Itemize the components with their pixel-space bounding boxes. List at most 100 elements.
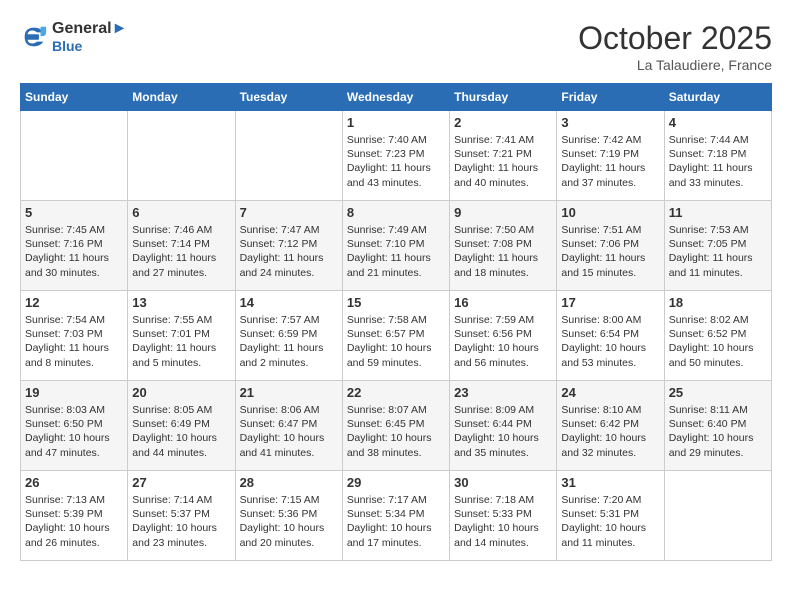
day-number: 4 [669,115,767,130]
day-info: Sunrise: 7:45 AMSunset: 7:16 PMDaylight:… [25,223,123,280]
calendar-cell: 11 Sunrise: 7:53 AMSunset: 7:05 PMDayligh… [664,201,771,291]
day-info: Sunrise: 7:20 AMSunset: 5:31 PMDaylight:… [561,493,659,550]
calendar-cell: 19 Sunrise: 8:03 AMSunset: 6:50 PMDayligh… [21,381,128,471]
day-number: 13 [132,295,230,310]
day-number: 31 [561,475,659,490]
calendar-week-1: 1 Sunrise: 7:40 AMSunset: 7:23 PMDaylight… [21,111,772,201]
calendar-cell: 23Sunrise: 8:09 AMSunset: 6:44 PMDayligh… [450,381,557,471]
logo-text: General► Blue [52,20,127,54]
calendar-week-3: 12Sunrise: 7:54 AMSunset: 7:03 PMDayligh… [21,291,772,381]
calendar-cell: 6 Sunrise: 7:46 AMSunset: 7:14 PMDaylight… [128,201,235,291]
calendar-cell: 5 Sunrise: 7:45 AMSunset: 7:16 PMDaylight… [21,201,128,291]
calendar-cell: 10 Sunrise: 7:51 AMSunset: 7:06 PMDayligh… [557,201,664,291]
day-info: Sunrise: 7:15 AMSunset: 5:36 PMDaylight:… [240,493,338,550]
day-info: Sunrise: 7:57 AMSunset: 6:59 PMDaylight:… [240,313,338,370]
calendar-cell: 12Sunrise: 7:54 AMSunset: 7:03 PMDayligh… [21,291,128,381]
day-info: Sunrise: 7:41 AMSunset: 7:21 PMDaylight:… [454,133,552,190]
day-header-thursday: Thursday [450,84,557,111]
calendar-cell: 24 Sunrise: 8:10 AMSunset: 6:42 PMDayligh… [557,381,664,471]
day-number: 9 [454,205,552,220]
calendar-cell: 25 Sunrise: 8:11 AMSunset: 6:40 PMDayligh… [664,381,771,471]
calendar-cell: 1 Sunrise: 7:40 AMSunset: 7:23 PMDaylight… [342,111,449,201]
day-info: Sunrise: 8:03 AMSunset: 6:50 PMDaylight:… [25,403,123,460]
calendar-cell: 18 Sunrise: 8:02 AMSunset: 6:52 PMDayligh… [664,291,771,381]
day-number: 21 [240,385,338,400]
day-number: 8 [347,205,445,220]
calendar-cell: 26Sunrise: 7:13 AMSunset: 5:39 PMDayligh… [21,471,128,561]
day-number: 2 [454,115,552,130]
day-info: Sunrise: 7:47 AMSunset: 7:12 PMDaylight:… [240,223,338,280]
day-number: 27 [132,475,230,490]
day-number: 18 [669,295,767,310]
day-info: Sunrise: 7:13 AMSunset: 5:39 PMDaylight:… [25,493,123,550]
day-info: Sunrise: 8:10 AMSunset: 6:42 PMDaylight:… [561,403,659,460]
calendar-cell: 21 Sunrise: 8:06 AMSunset: 6:47 PMDayligh… [235,381,342,471]
calendar-cell: 13 Sunrise: 7:55 AMSunset: 7:01 PMDayligh… [128,291,235,381]
day-number: 20 [132,385,230,400]
calendar-cell: 3Sunrise: 7:42 AMSunset: 7:19 PMDaylight… [557,111,664,201]
day-info: Sunrise: 8:09 AMSunset: 6:44 PMDaylight:… [454,403,552,460]
day-number: 29 [347,475,445,490]
day-number: 17 [561,295,659,310]
day-info: Sunrise: 7:55 AMSunset: 7:01 PMDaylight:… [132,313,230,370]
location: La Talaudiere, France [578,57,772,73]
calendar-cell: 27 Sunrise: 7:14 AMSunset: 5:37 PMDayligh… [128,471,235,561]
day-info: Sunrise: 8:07 AMSunset: 6:45 PMDaylight:… [347,403,445,460]
day-header-sunday: Sunday [21,84,128,111]
calendar-cell [664,471,771,561]
day-info: Sunrise: 7:17 AMSunset: 5:34 PMDaylight:… [347,493,445,550]
header-row: SundayMondayTuesdayWednesdayThursdayFrid… [21,84,772,111]
day-info: Sunrise: 7:14 AMSunset: 5:37 PMDaylight:… [132,493,230,550]
day-info: Sunrise: 8:05 AMSunset: 6:49 PMDaylight:… [132,403,230,460]
day-info: Sunrise: 7:51 AMSunset: 7:06 PMDaylight:… [561,223,659,280]
day-number: 1 [347,115,445,130]
calendar-cell: 7 Sunrise: 7:47 AMSunset: 7:12 PMDaylight… [235,201,342,291]
day-info: Sunrise: 8:11 AMSunset: 6:40 PMDaylight:… [669,403,767,460]
day-number: 3 [561,115,659,130]
day-info: Sunrise: 7:58 AMSunset: 6:57 PMDaylight:… [347,313,445,370]
day-number: 30 [454,475,552,490]
calendar-cell: 22 Sunrise: 8:07 AMSunset: 6:45 PMDayligh… [342,381,449,471]
logo-icon [20,23,48,51]
day-number: 19 [25,385,123,400]
day-header-saturday: Saturday [664,84,771,111]
day-info: Sunrise: 8:00 AMSunset: 6:54 PMDaylight:… [561,313,659,370]
day-info: Sunrise: 8:02 AMSunset: 6:52 PMDaylight:… [669,313,767,370]
day-number: 22 [347,385,445,400]
day-number: 5 [25,205,123,220]
day-number: 11 [669,205,767,220]
day-number: 25 [669,385,767,400]
calendar-week-2: 5 Sunrise: 7:45 AMSunset: 7:16 PMDaylight… [21,201,772,291]
day-number: 24 [561,385,659,400]
day-number: 7 [240,205,338,220]
logo: General► Blue [20,20,127,54]
day-info: Sunrise: 7:18 AMSunset: 5:33 PMDaylight:… [454,493,552,550]
calendar-cell: 28 Sunrise: 7:15 AMSunset: 5:36 PMDayligh… [235,471,342,561]
day-number: 14 [240,295,338,310]
day-info: Sunrise: 7:49 AMSunset: 7:10 PMDaylight:… [347,223,445,280]
day-number: 16 [454,295,552,310]
day-header-friday: Friday [557,84,664,111]
calendar-cell: 2 Sunrise: 7:41 AMSunset: 7:21 PMDaylight… [450,111,557,201]
calendar-cell: 16Sunrise: 7:59 AMSunset: 6:56 PMDayligh… [450,291,557,381]
calendar-cell [21,111,128,201]
title-block: October 2025 La Talaudiere, France [578,20,772,73]
day-number: 28 [240,475,338,490]
calendar-cell [128,111,235,201]
day-info: Sunrise: 7:40 AMSunset: 7:23 PMDaylight:… [347,133,445,190]
day-info: Sunrise: 7:53 AMSunset: 7:05 PMDaylight:… [669,223,767,280]
day-info: Sunrise: 8:06 AMSunset: 6:47 PMDaylight:… [240,403,338,460]
day-info: Sunrise: 7:44 AMSunset: 7:18 PMDaylight:… [669,133,767,190]
day-info: Sunrise: 7:46 AMSunset: 7:14 PMDaylight:… [132,223,230,280]
calendar-cell: 9Sunrise: 7:50 AMSunset: 7:08 PMDaylight… [450,201,557,291]
calendar-cell: 8 Sunrise: 7:49 AMSunset: 7:10 PMDaylight… [342,201,449,291]
calendar-cell: 29 Sunrise: 7:17 AMSunset: 5:34 PMDayligh… [342,471,449,561]
day-number: 10 [561,205,659,220]
day-header-wednesday: Wednesday [342,84,449,111]
calendar-cell: 30 Sunrise: 7:18 AMSunset: 5:33 PMDayligh… [450,471,557,561]
calendar-cell: 31 Sunrise: 7:20 AMSunset: 5:31 PMDayligh… [557,471,664,561]
calendar-cell: 15 Sunrise: 7:58 AMSunset: 6:57 PMDayligh… [342,291,449,381]
day-number: 15 [347,295,445,310]
calendar-week-5: 26Sunrise: 7:13 AMSunset: 5:39 PMDayligh… [21,471,772,561]
day-number: 6 [132,205,230,220]
